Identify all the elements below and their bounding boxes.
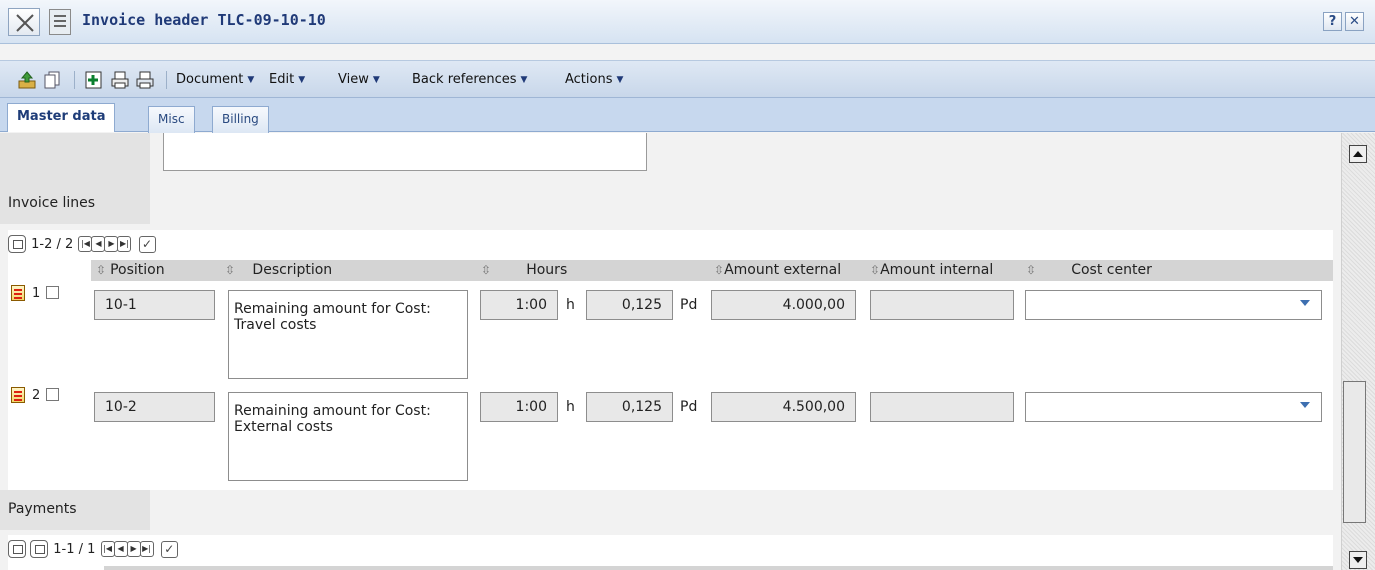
window-titlebar: Invoice header TLC-09-10-10 ? ✕ [0,0,1375,44]
amount-external-field: 4.000,00 [711,290,856,320]
tab-misc[interactable]: Misc [148,106,195,133]
first-page-icon[interactable]: |◀ [100,541,115,557]
tab-master-data[interactable]: Master data [7,103,116,132]
payments-panel: 1-1 / 1 |◀ ◀ ▶ ▶| ✓ [8,535,1333,570]
copy-list-icon[interactable] [8,540,26,558]
chevron-down-icon[interactable] [1300,300,1310,306]
chevron-down-icon: ▼ [520,75,528,85]
person-days-unit: Pd [680,399,698,415]
last-page-icon[interactable]: ▶| [139,541,154,557]
payments-section-header: Payments [0,490,1341,530]
column-header-cost-center[interactable]: ⇳ Cost center [1026,260,1152,281]
person-days-unit: Pd [680,297,698,313]
person-days-field: 0,125 [586,392,673,422]
row-number: 2 [32,388,41,403]
menu-back-references[interactable]: Back references ▼ [412,72,527,87]
invoice-lines-pager: 1-2 / 2 |◀ ◀ ▶ ▶| ✓ [8,235,156,259]
chevron-down-icon: ▼ [616,75,624,85]
hours-unit: h [566,297,575,313]
row-select-checkbox[interactable] [46,388,59,401]
payments-pager: 1-1 / 1 |◀ ◀ ▶ ▶| ✓ [8,540,178,564]
column-header-description[interactable]: ⇳ Description [225,260,332,281]
column-header-hours[interactable]: ⇳ Hours [481,260,567,281]
print-list-icon[interactable] [8,235,26,253]
form-content: Invoice lines 1-2 / 2 |◀ ◀ ▶ ▶| ✓ ⇳ Position… [0,133,1341,570]
amount-internal-field [870,392,1014,422]
row-number: 1 [32,286,41,301]
scroll-up-icon[interactable] [1349,145,1367,163]
next-page-icon[interactable]: ▶ [126,541,141,557]
chevron-down-icon[interactable] [1300,402,1310,408]
sort-icon: ⇳ [714,263,725,277]
confirm-check-icon[interactable]: ✓ [160,540,178,558]
sort-icon: ⇳ [225,263,236,277]
description-textarea[interactable]: Remaining amount for Cost: External cost… [228,392,468,481]
description-textarea[interactable]: Remaining amount for Cost: Travel costs [228,290,468,379]
menu-view[interactable]: View ▼ [338,72,380,87]
scrollbar-thumb[interactable] [1343,381,1366,523]
invoice-document-icon [49,9,71,35]
prev-page-icon[interactable]: ◀ [91,236,106,252]
window-close-button[interactable]: ✕ [1345,12,1364,31]
position-field: 10-2 [94,392,215,422]
pager-range: 1-2 / 2 [31,236,74,252]
print-icon[interactable] [110,70,130,90]
row-status-icon[interactable] [11,285,25,301]
row-select-checkbox[interactable] [46,286,59,299]
invoice-lines-panel: 1-2 / 2 |◀ ◀ ▶ ▶| ✓ ⇳ Position ⇳ Description… [8,230,1333,490]
tab-billing[interactable]: Billing [212,106,269,133]
cost-center-select[interactable] [1025,392,1322,422]
print-list-icon[interactable] [30,540,49,558]
help-button[interactable]: ? [1323,12,1342,31]
first-page-icon[interactable]: |◀ [78,236,93,252]
vertical-scrollbar[interactable] [1341,133,1375,570]
hours-unit: h [566,399,575,415]
last-page-icon[interactable]: ▶| [117,236,132,252]
invoice-lines-column-headers: ⇳ Position ⇳ Description ⇳ Hours ⇳Amount … [91,260,1333,281]
invoice-lines-title: Invoice lines [8,195,96,211]
copy-icon[interactable] [42,70,62,90]
chevron-down-icon: ▼ [247,75,255,85]
next-page-icon[interactable]: ▶ [104,236,119,252]
pager-range: 1-1 / 1 [53,541,96,557]
chevron-down-icon: ▼ [298,75,306,85]
column-header-amount-external[interactable]: ⇳Amount external [714,260,841,281]
menu-actions[interactable]: Actions ▼ [565,72,623,87]
invoice-lines-section-header: Invoice lines [0,184,1341,224]
amount-internal-field [870,290,1014,320]
print-preview-icon[interactable] [135,70,155,90]
sort-icon: ⇳ [1026,263,1037,277]
person-days-field: 0,125 [586,290,673,320]
tab-strip: Master data Misc Billing [0,98,1375,133]
confirm-check-icon[interactable]: ✓ [138,235,156,253]
row-status-icon[interactable] [11,387,25,403]
export-icon[interactable] [17,70,37,90]
sort-icon: ⇳ [96,263,107,277]
prev-page-icon[interactable]: ◀ [113,541,128,557]
menu-document[interactable]: Document ▼ [176,72,254,87]
hours-field: 1:00 [480,290,558,320]
scroll-down-icon[interactable] [1349,551,1367,569]
column-header-amount-internal[interactable]: ⇳Amount internal [870,260,993,281]
menu-edit[interactable]: Edit ▼ [269,72,305,87]
cost-center-select[interactable] [1025,290,1322,320]
chevron-down-icon: ▼ [372,75,380,85]
notes-textarea[interactable] [163,133,647,171]
new-document-icon[interactable] [84,70,104,90]
column-header-position[interactable]: ⇳ Position [96,260,165,281]
close-document-button[interactable] [8,8,40,36]
amount-external-field: 4.500,00 [711,392,856,422]
payments-title: Payments [8,501,77,517]
sort-icon: ⇳ [481,263,492,277]
window-title: Invoice header TLC-09-10-10 [82,11,326,29]
position-field: 10-1 [94,290,215,320]
close-icon [16,14,34,32]
toolbar: Document ▼ Edit ▼ View ▼ Back references ▼ A… [0,60,1375,98]
hours-field: 1:00 [480,392,558,422]
sort-icon: ⇳ [870,263,881,277]
